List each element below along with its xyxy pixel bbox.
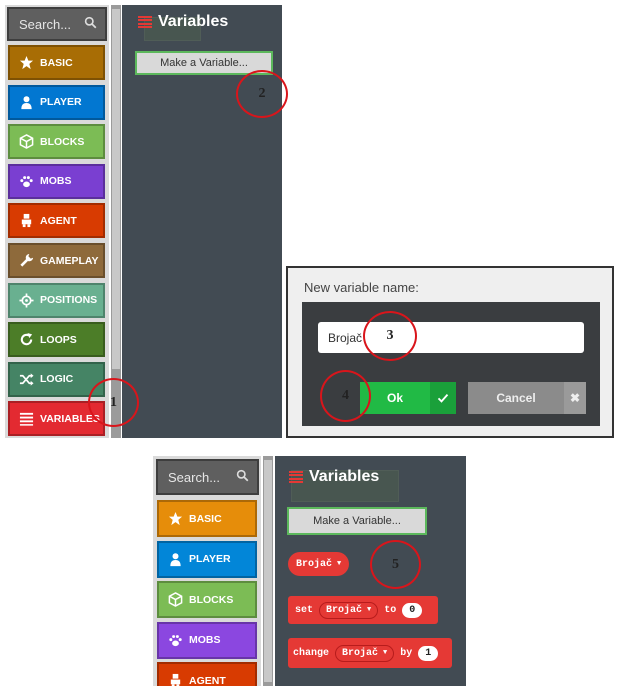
set-keyword: set [295,604,314,616]
variable-name: Brojač [326,604,363,616]
category-mobs[interactable]: MOBS [8,163,105,199]
cancel-button[interactable]: Cancel ✖ [468,382,586,414]
category-loops[interactable]: LOOPS [8,322,105,358]
scrollbar-thumb[interactable] [112,9,120,369]
category-label: LOOPS [40,333,77,346]
variables-icon [289,471,303,483]
star-icon [167,511,183,527]
change-keyword: change [293,647,330,659]
category-basic[interactable]: BASIC [157,500,257,537]
category-gameplay[interactable]: GAMEPLAY [8,243,105,278]
by-keyword: by [400,647,413,659]
category-blocks[interactable]: BLOCKS [8,124,105,160]
search-placeholder: Search... [19,16,72,32]
category-label: PLAYER [40,96,82,109]
search-icon [236,469,249,485]
category-label: POSITIONS [40,294,98,307]
variable-dropdown[interactable]: Brojač ▼ [319,601,379,619]
to-keyword: to [384,604,397,616]
close-icon: ✖ [564,382,586,414]
toolbox: Search... BASIC PLAYER BLOCKS MOBS AGENT GAME… [5,5,109,438]
category-label: MOBS [40,175,72,188]
step-marker-5: 5 [370,540,421,589]
category-agent[interactable]: AGENT [157,662,257,686]
search-placeholder: Search... [168,469,221,485]
person-icon [167,551,183,567]
wrench-icon [18,253,34,269]
agent-icon [18,213,34,229]
category-label: BASIC [189,512,222,525]
category-blocks[interactable]: BLOCKS [157,581,257,618]
shuffle-icon [18,371,34,387]
flyout-title: Variables [158,13,229,30]
set-variable-block[interactable]: set Brojač ▼ to 0 [288,596,438,624]
person-icon [18,94,34,110]
category-label: LOGIC [40,373,74,386]
scrollbar-thumb[interactable] [264,460,272,682]
search-box-bottom[interactable]: Search... [156,459,259,495]
search-box[interactable]: Search... [7,7,107,41]
category-label: BLOCKS [40,135,85,148]
category-player[interactable]: PLAYER [8,84,105,120]
step-marker-4: 4 [320,370,371,422]
set-value-input[interactable]: 0 [402,602,423,618]
variable-reporter-block[interactable]: Brojač ▼ [288,552,350,576]
crosshair-icon [18,292,34,308]
cube-icon [167,592,183,608]
agent-icon [167,673,183,686]
variable-name-input[interactable]: Brojač [318,322,584,353]
flyout-header: Variables [138,13,228,31]
toolbox-bottom: Search... BASIC PLAYER BLOCKS MOBS AGENT [153,456,261,686]
category-label: BLOCKS [189,593,234,606]
toolbox-scrollbar-bottom[interactable] [263,456,273,686]
chevron-down-icon: ▼ [383,649,388,657]
search-icon [84,16,97,32]
chevron-down-icon: ▼ [337,560,342,568]
category-mobs[interactable]: MOBS [157,621,257,659]
variable-name: Brojač [296,558,333,570]
make-variable-button[interactable]: Make a Variable... [287,507,427,535]
category-positions[interactable]: POSITIONS [8,282,105,318]
ok-button[interactable]: Ok [360,382,456,414]
list-icon [18,411,34,427]
category-label: MOBS [189,634,221,646]
step-marker-1: 1 [88,378,139,427]
chevron-down-icon: ▼ [367,606,372,614]
category-label: AGENT [189,674,226,686]
variable-dropdown[interactable]: Brojač ▼ [335,644,395,662]
dialog-title: New variable name: [304,280,419,295]
category-label: AGENT [40,214,77,227]
flyout-title: Variables [309,468,380,485]
step-marker-2: 2 [236,70,288,118]
step-marker-3: 3 [363,311,417,361]
variable-name: Brojač [342,647,379,659]
paw-icon [167,632,183,648]
category-player[interactable]: PLAYER [157,540,257,578]
category-agent[interactable]: AGENT [8,203,105,239]
checkmark-icon [430,382,456,414]
category-label: GAMEPLAY [40,254,99,267]
toolbox-scrollbar[interactable] [111,5,121,438]
change-variable-block[interactable]: change Brojač ▼ by 1 [288,638,452,668]
category-label: PLAYER [189,553,231,565]
flyout-header: Variables [289,468,379,486]
cube-icon [18,134,34,150]
change-value-input[interactable]: 1 [418,645,439,661]
star-icon [18,55,34,71]
category-label: BASIC [40,56,73,69]
category-basic[interactable]: BASIC [8,45,105,80]
editor-panel-top: Search... BASIC PLAYER BLOCKS MOBS AGENT GAME… [5,5,282,438]
paw-icon [18,173,34,189]
loop-arrow-icon [18,332,34,348]
variables-icon [138,16,152,28]
cancel-label: Cancel [496,391,536,405]
